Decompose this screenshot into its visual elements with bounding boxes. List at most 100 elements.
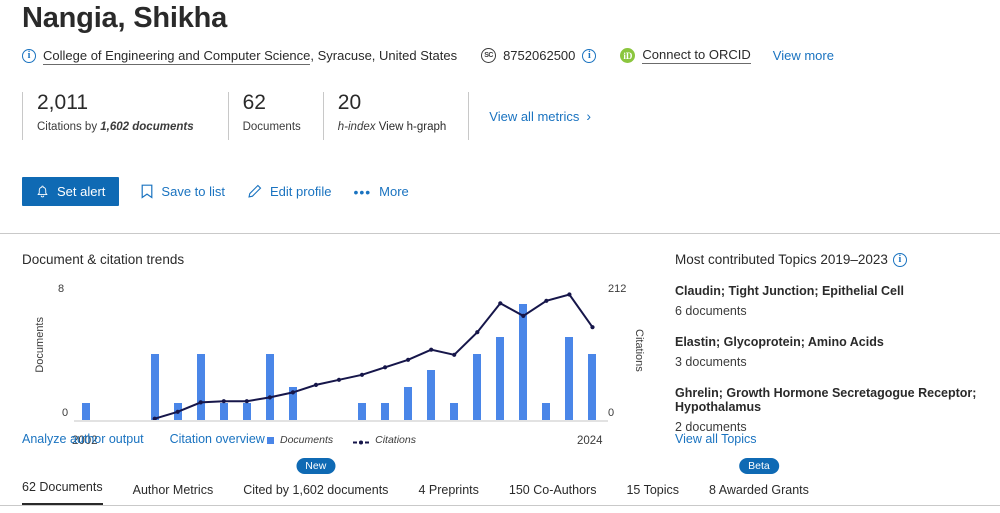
ellipsis-icon: •••	[353, 183, 372, 200]
metric-documents[interactable]: 62 Documents	[227, 91, 323, 140]
tab-item[interactable]: 150 Co-Authors	[509, 483, 597, 506]
orcid-icon: iD	[620, 48, 636, 63]
scopus-id-icon: SC	[481, 48, 497, 63]
h-index-label: h-index	[337, 121, 379, 134]
topic-item: Ghrelin; Growth Hormone Secretagogue Rec…	[675, 386, 997, 434]
metrics-bar: 2,011 Citations by 1,602 documents 62 Do…	[22, 91, 591, 140]
chart-plot-area	[74, 287, 604, 420]
page-title: Nangia, Shikha	[22, 2, 228, 34]
orcid-group: iD Connect to ORCID	[620, 47, 751, 64]
bookmark-icon	[141, 184, 153, 199]
topic-item: Claudin; Tight Junction; Epithelial Cell…	[675, 284, 997, 318]
trends-panel-title: Document & citation trends	[22, 252, 185, 267]
legend-swatch-documents	[267, 436, 274, 444]
y-axis-max-label: 8	[58, 283, 65, 295]
view-all-metrics-label: View all metrics	[489, 108, 580, 124]
edit-profile-button[interactable]: Edit profile	[247, 184, 331, 199]
view-all-topics-link[interactable]: View all Topics	[675, 432, 757, 446]
x-axis-max-label: 2024	[577, 435, 603, 447]
y2-axis-max-label: 212	[608, 283, 627, 295]
scopus-author-id: 8752062500	[503, 48, 576, 63]
citations-line-series	[152, 292, 595, 420]
metric-value: 2,011	[37, 91, 88, 114]
tabs-divider	[0, 505, 1000, 506]
legend-item-citations: Citations	[353, 434, 416, 446]
more-label: More	[379, 184, 409, 199]
topics-panel-header: Most contributed Topics 2019–2023 i	[675, 252, 997, 267]
metric-value: 62	[242, 91, 266, 114]
view-all-metrics-link[interactable]: View all metrics ›	[468, 92, 591, 140]
document-citation-trends-panel: Document & citation trends 8 0 Documents…	[22, 252, 652, 447]
content-tabs: 62 Documents Author Metrics Cited by 1,602…	[22, 458, 839, 506]
metric-citations[interactable]: 2,011 Citations by 1,602 documents	[22, 91, 228, 140]
affiliation-row: i College of Engineering and Computer Sc…	[22, 47, 834, 65]
document-citation-trends-chart: 8 0 Documents 212 0 Citations 2002 2024 …	[22, 283, 652, 447]
set-alert-label: Set alert	[57, 184, 106, 199]
chevron-right-icon: ›	[586, 108, 591, 124]
bell-icon	[36, 185, 49, 199]
affiliation-rest: , Syracuse, United States	[310, 48, 458, 63]
citation-overview-link[interactable]: Citation overview	[170, 432, 265, 446]
tab-badge: New	[296, 458, 336, 474]
set-alert-button[interactable]: Set alert	[22, 177, 120, 206]
metric-value: 20	[337, 91, 362, 114]
tab-item[interactable]: 8 Awarded Grants Beta	[709, 458, 809, 506]
more-button[interactable]: ••• More	[353, 184, 408, 199]
view-more-link[interactable]: View more	[773, 48, 834, 63]
y2-axis-min-label: 0	[608, 407, 615, 419]
tab-label: 15 Topics	[626, 483, 680, 497]
save-to-list-button[interactable]: Save to list	[141, 184, 225, 199]
topic-name: Elastin; Glycoprotein; Amino Acids	[675, 335, 884, 349]
metric-label: h-index View h-graph	[338, 121, 446, 133]
tab-label: 4 Preprints	[418, 483, 479, 497]
metric-h-index[interactable]: 20 h-index View h-graph	[322, 91, 468, 140]
tab-item[interactable]: 62 Documents	[22, 480, 103, 506]
topic-name: Claudin; Tight Junction; Epithelial Cell	[675, 284, 904, 298]
author-profile-page: Nangia, Shikha i College of Engineering …	[0, 0, 1000, 513]
tab-label: Cited by 1,602 documents	[243, 483, 389, 497]
scopus-author-id-group: SC 8752062500 i	[481, 48, 597, 63]
info-circle-icon[interactable]: i	[892, 252, 907, 267]
tab-label: Author Metrics	[132, 483, 214, 497]
affiliation-link[interactable]: College of Engineering and Computer Scie…	[43, 48, 311, 65]
info-circle-icon[interactable]: i	[582, 48, 597, 63]
analyze-author-output-link[interactable]: Analyze author output	[22, 432, 144, 446]
connect-to-orcid-link[interactable]: Connect to ORCID	[642, 47, 751, 64]
action-bar: Set alert Save to list Edit profile ••• …	[22, 177, 409, 206]
metric-label-bold: 1,602 documents	[100, 121, 194, 134]
topic-document-count: 6 documents	[675, 304, 747, 318]
tab-label: 62 Documents	[22, 480, 103, 494]
tab-item[interactable]: Author Metrics	[133, 483, 214, 506]
legend-label-citations: Citations	[375, 434, 416, 446]
edit-profile-label: Edit profile	[270, 184, 332, 199]
info-circle-icon[interactable]: i	[22, 48, 36, 63]
topic-document-count: 3 documents	[675, 355, 747, 369]
legend-label-documents: Documents	[280, 434, 334, 446]
chart-legend: Documents Citations	[267, 434, 416, 446]
metric-label: Documents	[242, 121, 301, 134]
section-divider	[0, 233, 1000, 234]
y-axis-min-label: 0	[62, 407, 69, 419]
tab-label: 8 Awarded Grants	[709, 483, 809, 497]
y2-axis-title-citations: Citations	[633, 329, 645, 372]
tab-item[interactable]: 15 Topics	[626, 483, 679, 506]
tab-item[interactable]: Cited by 1,602 documents New	[243, 458, 389, 506]
tab-item[interactable]: 4 Preprints	[418, 483, 478, 506]
most-contributed-topics-panel: Most contributed Topics 2019–2023 i Clau…	[675, 252, 997, 446]
tab-label: 150 Co-Authors	[508, 483, 597, 497]
save-to-list-label: Save to list	[161, 184, 226, 199]
y-axis-title-documents: Documents	[34, 317, 46, 373]
legend-swatch-citations	[353, 437, 370, 444]
affiliation-text: College of Engineering and Computer Scie…	[43, 48, 458, 65]
topic-item: Elastin; Glycoprotein; Amino Acids 3 doc…	[675, 335, 997, 369]
view-h-graph-link[interactable]: View h-graph	[379, 121, 447, 133]
chart-baseline	[74, 420, 608, 422]
topics-panel-title: Most contributed Topics 2019–2023	[675, 252, 888, 267]
pencil-icon	[247, 184, 262, 199]
metric-label: Citations by 1,602 documents	[37, 121, 194, 133]
legend-item-documents: Documents	[267, 434, 333, 446]
trends-links: Analyze author output Citation overview	[22, 432, 265, 446]
tab-badge: Beta	[739, 458, 779, 474]
topic-name: Ghrelin; Growth Hormone Secretagogue Rec…	[675, 386, 977, 414]
metric-label-prefix: Citations by	[37, 121, 101, 134]
